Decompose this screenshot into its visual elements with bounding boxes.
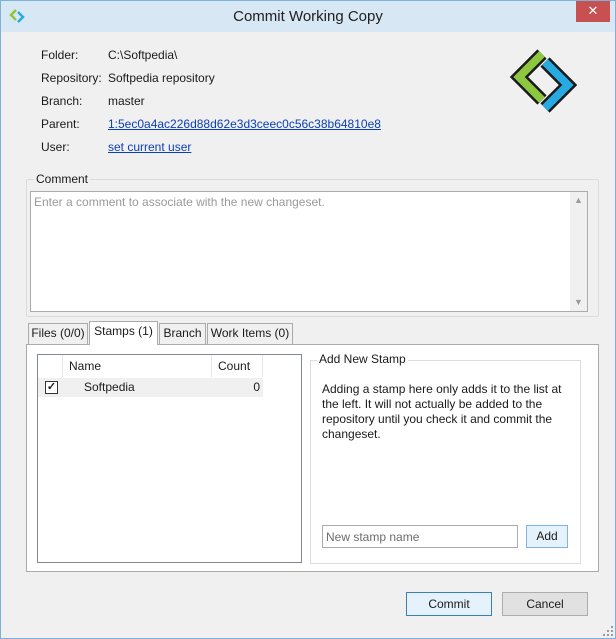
branch-value: master bbox=[108, 94, 145, 108]
tab-stamps[interactable]: Stamps (1) bbox=[89, 321, 158, 345]
stamp-checkbox[interactable]: ✓ bbox=[45, 381, 58, 394]
commit-logo-icon bbox=[509, 49, 577, 113]
list-header: Name Count bbox=[38, 355, 301, 377]
comment-textarea[interactable]: Enter a comment to associate with the ne… bbox=[30, 191, 588, 312]
add-stamp-group-label: Add New Stamp bbox=[317, 352, 408, 366]
new-stamp-input[interactable] bbox=[323, 526, 517, 547]
comment-placeholder: Enter a comment to associate with the ne… bbox=[34, 195, 325, 209]
close-button[interactable]: ✕ bbox=[576, 1, 610, 22]
tab-branch[interactable]: Branch bbox=[159, 323, 206, 344]
resize-grip-icon[interactable] bbox=[603, 626, 613, 636]
repository-value: Softpedia repository bbox=[108, 71, 215, 85]
checkmark-icon: ✓ bbox=[46, 381, 57, 393]
stamps-panel: Name Count ✓ Softpedia 0 Add New Stamp A… bbox=[26, 344, 599, 572]
close-icon: ✕ bbox=[587, 3, 599, 18]
stamp-name: Softpedia bbox=[84, 380, 135, 394]
comment-scrollbar[interactable]: ▲ ▼ bbox=[570, 192, 587, 311]
new-stamp-input-wrap bbox=[322, 525, 518, 548]
tab-files[interactable]: Files (0/0) bbox=[28, 323, 88, 344]
user-label: User: bbox=[41, 140, 70, 154]
column-check[interactable] bbox=[38, 355, 63, 377]
branch-label: Branch: bbox=[41, 94, 83, 108]
folder-value: C:\Softpedia\ bbox=[108, 48, 178, 62]
parent-label: Parent: bbox=[41, 117, 80, 131]
cancel-button[interactable]: Cancel bbox=[502, 592, 588, 616]
folder-label: Folder: bbox=[41, 48, 79, 62]
add-stamp-button[interactable]: Add bbox=[526, 525, 568, 548]
parent-link[interactable]: 1:5ec0a4ac226d88d62e3d3ceec0c56c38b64810… bbox=[108, 117, 381, 131]
commit-dialog: Commit Working Copy ✕ Folder: C:\Softped… bbox=[0, 0, 616, 639]
set-user-link[interactable]: set current user bbox=[108, 140, 191, 154]
dialog-content: Folder: C:\Softpedia\ Repository: Softpe… bbox=[9, 32, 607, 632]
title-bar[interactable]: Commit Working Copy ✕ bbox=[1, 1, 615, 32]
scroll-down-icon[interactable]: ▼ bbox=[570, 294, 587, 311]
list-item[interactable]: ✓ Softpedia 0 bbox=[38, 378, 263, 397]
tab-work-items[interactable]: Work Items (0) bbox=[207, 323, 293, 344]
column-name[interactable]: Name bbox=[64, 355, 212, 377]
window-title: Commit Working Copy bbox=[233, 8, 383, 25]
add-stamp-help-text: Adding a stamp here only adds it to the … bbox=[322, 382, 562, 441]
column-count[interactable]: Count bbox=[213, 355, 263, 377]
stamp-count: 0 bbox=[253, 380, 260, 394]
stamps-list[interactable]: Name Count ✓ Softpedia 0 bbox=[37, 354, 302, 563]
commit-button[interactable]: Commit bbox=[406, 592, 492, 616]
scroll-up-icon[interactable]: ▲ bbox=[570, 192, 587, 209]
repository-label: Repository: bbox=[41, 71, 102, 85]
comment-group-label: Comment bbox=[34, 172, 91, 186]
